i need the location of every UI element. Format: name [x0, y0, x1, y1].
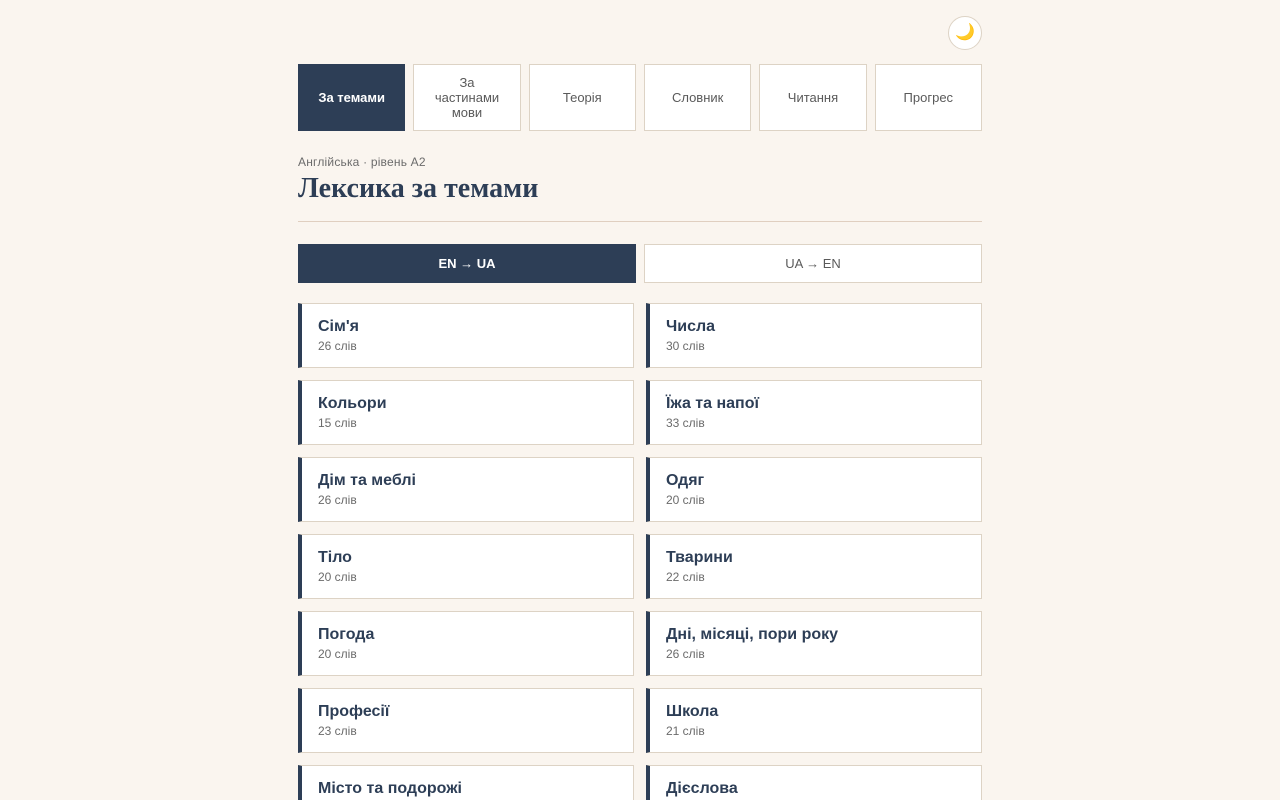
topic-word-count: 26 слів [318, 493, 357, 507]
moon-icon: 🌙 [955, 24, 975, 41]
topic-name: Погода [318, 626, 375, 643]
topic-word-count: 15 слів [318, 416, 357, 430]
topic-card-clothes[interactable]: Одяг 20 слів [646, 457, 982, 522]
tab-label: За частинами мови [434, 75, 500, 120]
title-divider [298, 221, 982, 222]
direction-label: UA → EN [785, 256, 841, 271]
topic-card-colors[interactable]: Кольори 15 слів [298, 380, 634, 445]
topic-name: Їжа та напої [666, 395, 759, 412]
tab-dictionary[interactable]: Словник [643, 64, 752, 131]
direction-label: EN → UA [438, 256, 496, 271]
topic-card-food-drinks[interactable]: Їжа та напої 33 слів [646, 380, 982, 445]
level-caption: Англійська · рівень A2 [298, 155, 426, 169]
topic-name: Тварини [666, 549, 733, 566]
topic-name: Місто та подорожі [318, 780, 462, 797]
tab-by-topics[interactable]: За темами [298, 64, 406, 131]
tab-parts-of-speech[interactable]: За частинами мови [413, 64, 521, 131]
topic-word-count: 20 слів [318, 647, 357, 661]
topic-name: Сім'я [318, 318, 359, 335]
tab-label: Теорія [562, 90, 602, 105]
topic-word-count: 21 слів [666, 724, 705, 738]
topic-name: Числа [666, 318, 716, 335]
topic-word-count: 26 слів [666, 647, 705, 661]
tab-reading[interactable]: Читання [759, 64, 867, 131]
topic-card-school[interactable]: Школа 21 слів [646, 688, 982, 753]
tab-label: Словник [671, 90, 724, 105]
tab-progress[interactable]: Прогрес [874, 64, 982, 131]
tab-label: Читання [787, 90, 839, 105]
topic-grid: Сім'я 26 слів Числа 30 слів Кольори 15 с… [298, 303, 982, 800]
topic-name: Школа [666, 703, 719, 720]
topic-card-verbs[interactable]: Дієслова [646, 765, 982, 800]
topic-card-city-travel[interactable]: Місто та подорожі [298, 765, 634, 800]
topic-card-days-months-seasons[interactable]: Дні, місяці, пори року 26 слів [646, 611, 982, 676]
direction-ua-en-button[interactable]: UA → EN [644, 244, 982, 283]
direction-en-ua-button[interactable]: EN → UA [298, 244, 636, 283]
main-nav: За темами За частинами мови Теорія Словн… [298, 64, 982, 131]
translation-direction-toggle: EN → UA UA → EN [298, 244, 982, 283]
topic-name: Дні, місяці, пори року [666, 626, 839, 643]
theme-toggle-button[interactable]: 🌙 [948, 16, 982, 50]
topic-name: Дієслова [666, 780, 738, 797]
tab-label: Прогрес [903, 90, 954, 105]
topic-name: Професії [318, 703, 390, 720]
tab-theory[interactable]: Теорія [528, 64, 636, 131]
topic-word-count: 26 слів [318, 339, 357, 353]
topic-word-count: 33 слів [666, 416, 705, 430]
topic-card-animals[interactable]: Тварини 22 слів [646, 534, 982, 599]
topic-name: Тіло [318, 549, 352, 566]
topic-card-numbers[interactable]: Числа 30 слів [646, 303, 982, 368]
topic-word-count: 20 слів [318, 570, 357, 584]
topic-name: Дім та меблі [318, 472, 416, 489]
topic-word-count: 23 слів [318, 724, 357, 738]
tab-label: За темами [318, 90, 386, 105]
topic-name: Кольори [318, 395, 387, 412]
topic-word-count: 22 слів [666, 570, 705, 584]
topic-word-count: 20 слів [666, 493, 705, 507]
page-title: Лексика за темами [298, 173, 539, 204]
topic-card-professions[interactable]: Професії 23 слів [298, 688, 634, 753]
topic-word-count: 30 слів [666, 339, 705, 353]
topic-card-body[interactable]: Тіло 20 слів [298, 534, 634, 599]
topic-card-weather[interactable]: Погода 20 слів [298, 611, 634, 676]
topic-name: Одяг [666, 472, 705, 489]
topic-card-family[interactable]: Сім'я 26 слів [298, 303, 634, 368]
topic-card-home-furniture[interactable]: Дім та меблі 26 слів [298, 457, 634, 522]
